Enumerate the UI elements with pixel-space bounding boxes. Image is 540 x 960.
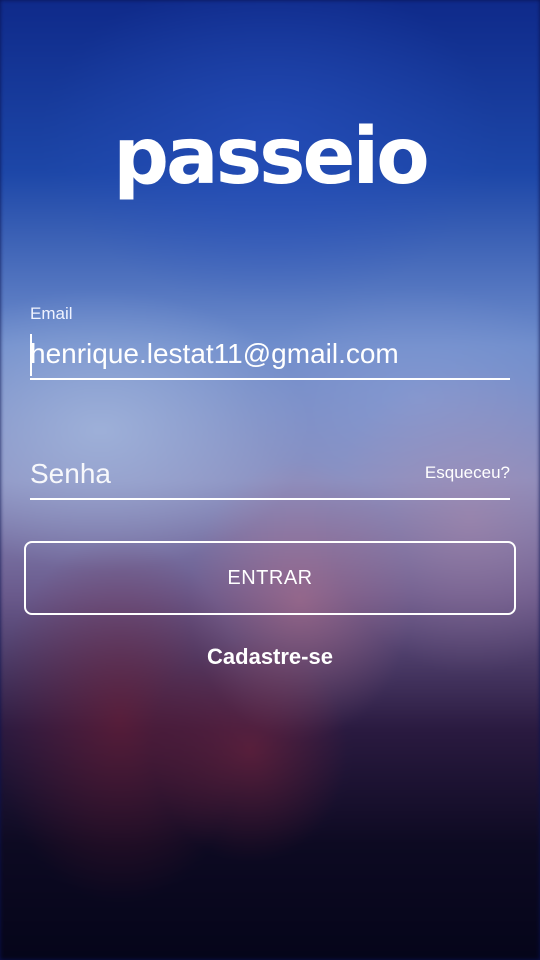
password-field[interactable]: Senha Esqueceu? <box>30 454 510 504</box>
signup-link[interactable]: Cadastre-se <box>0 644 540 670</box>
email-input[interactable]: henrique.lestat11@gmail.com <box>30 338 399 370</box>
email-label: Email <box>30 304 73 323</box>
password-underline <box>30 498 510 500</box>
forgot-password-link[interactable]: Esqueceu? <box>425 463 510 483</box>
app-logo: passeio <box>113 112 430 202</box>
email-underline <box>30 378 510 380</box>
email-field[interactable]: Email henrique.lestat11@gmail.com <box>30 304 510 384</box>
login-button[interactable]: ENTRAR <box>24 541 516 615</box>
password-input[interactable]: Senha <box>30 458 111 490</box>
